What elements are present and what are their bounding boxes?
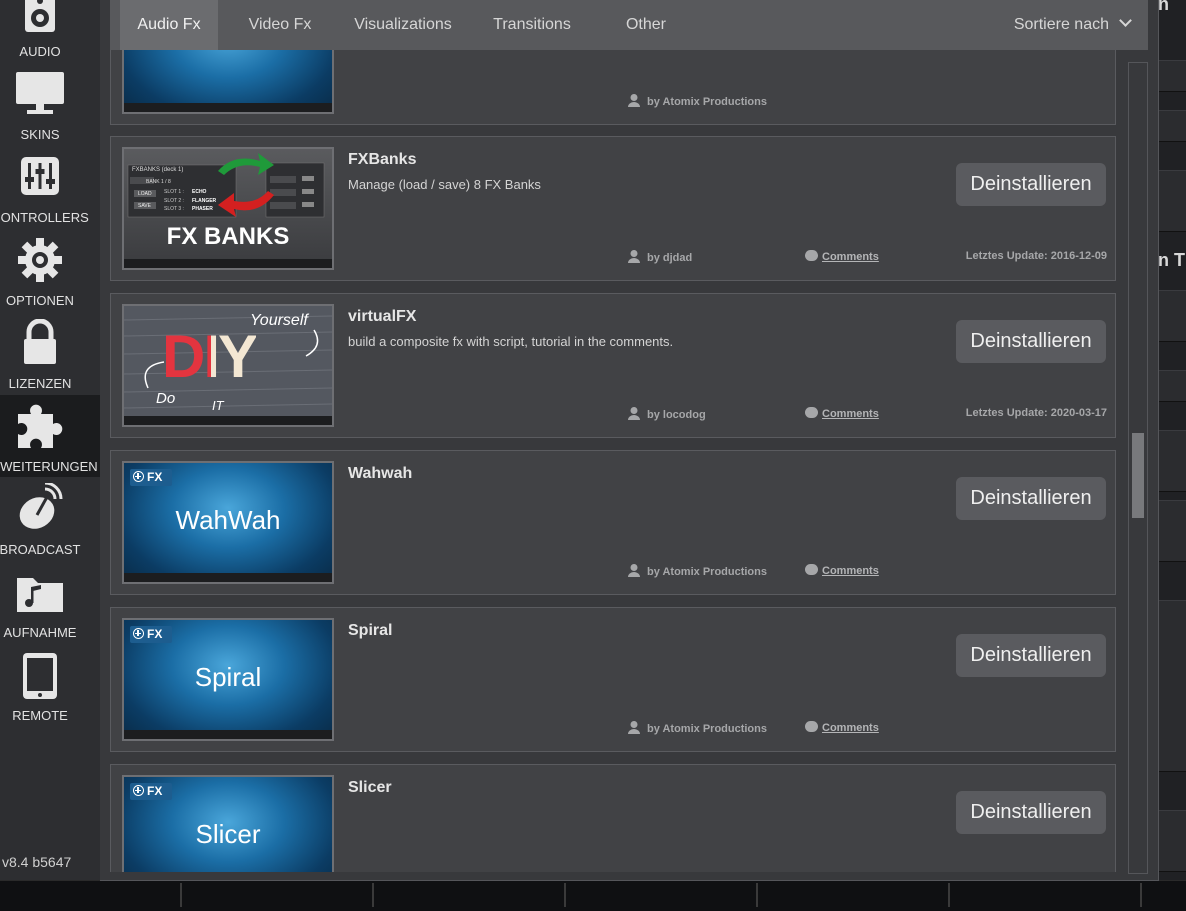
author-label: by Atomix Productions xyxy=(628,94,767,108)
last-update-label: Letztes Update: 2020-03-17 xyxy=(965,407,1107,419)
sliders-icon xyxy=(21,157,59,195)
plugin-card-fxbanks: FXBANKS (deck 1) BANK 1 / 8 LOAD SAVE SL… xyxy=(110,136,1116,281)
plugin-title: FXBanks xyxy=(348,151,417,168)
background-app-panel: n n T xyxy=(1158,0,1186,880)
tablet-icon xyxy=(23,653,57,699)
plugin-description: build a composite fx with script, tutori… xyxy=(348,334,674,349)
tab-visualizations[interactable]: Visualizations xyxy=(346,0,460,50)
user-icon xyxy=(628,407,640,420)
tab-other[interactable]: Other xyxy=(614,0,678,50)
plugin-thumbnail: FX WahWah xyxy=(122,461,334,584)
author-label: by locodog xyxy=(628,407,706,421)
plugin-thumbnail: FXBANKS (deck 1) BANK 1 / 8 LOAD SAVE SL… xyxy=(122,147,334,270)
sidebar-item-erweiterungen[interactable]: ERWEITERUNGEN xyxy=(0,395,100,477)
sidebar-item-label: SKINS xyxy=(20,127,60,142)
thumbnail-title: Spiral xyxy=(194,662,262,692)
chevron-down-icon xyxy=(1119,14,1132,27)
sidebar-item-label: REMOTE xyxy=(12,708,68,723)
plugin-description: Manage (load / save) 8 FX Banks xyxy=(348,177,541,192)
last-update-label: Letztes Update: 2016-12-09 xyxy=(965,250,1107,262)
uninstall-button[interactable]: Deinstallieren xyxy=(956,477,1106,520)
fx-badge: FX xyxy=(130,626,172,643)
gear-icon xyxy=(18,238,62,282)
sidebar-item-label: LIZENZEN xyxy=(8,376,72,391)
plugin-title: Spiral xyxy=(348,622,393,639)
background-text: n T xyxy=(1158,250,1185,270)
tab-video-fx[interactable]: Video Fx xyxy=(234,0,326,50)
plugin-card-virtualfx: DIY Yourself Do IT virtualFX build a com… xyxy=(110,293,1116,438)
lock-icon xyxy=(24,319,56,364)
comments-link[interactable]: Comments xyxy=(805,407,879,420)
sidebar-item-label: AUFNAHME xyxy=(3,625,77,640)
tab-audio-fx[interactable]: Audio Fx xyxy=(120,0,218,50)
comment-bubble-icon xyxy=(805,564,818,575)
plugin-thumbnail: FX Spiral xyxy=(122,618,334,741)
version-label: v8.4 b5647 xyxy=(2,854,72,870)
comment-bubble-icon xyxy=(805,721,818,732)
comments-link[interactable]: Comments xyxy=(805,250,879,263)
user-icon xyxy=(628,721,640,734)
plugin-title: virtualFX xyxy=(348,308,417,325)
plus-circle-icon xyxy=(133,785,144,796)
author-label: by djdad xyxy=(628,250,692,264)
tab-transitions[interactable]: Transitions xyxy=(482,0,582,50)
uninstall-button[interactable]: Deinstallieren xyxy=(956,320,1106,363)
comment-bubble-icon xyxy=(805,250,818,261)
sort-dropdown[interactable]: Sortiere nach xyxy=(1013,0,1132,50)
plugin-title: Wahwah xyxy=(348,465,413,482)
background-bottom-strip xyxy=(0,880,1186,911)
plus-circle-icon xyxy=(133,628,144,639)
sidebar-item-optionen[interactable]: OPTIONEN xyxy=(0,236,100,319)
category-tabs: Audio Fx Video Fx Visualizations Transit… xyxy=(110,0,1148,50)
plugin-card-spiral: FX Spiral Spiral Deinstallieren by Atomi… xyxy=(110,607,1116,752)
plugin-card: by Atomix Productions xyxy=(110,50,1116,125)
scrollbar-thumb[interactable] xyxy=(1132,433,1144,518)
plugin-thumbnail: FX Slicer xyxy=(122,775,334,872)
puzzle-icon xyxy=(18,404,63,448)
sidebar-item-remote[interactable]: REMOTE xyxy=(0,651,100,734)
sidebar-item-label: ERWEITERUNGEN xyxy=(0,459,98,474)
fx-badge: FX xyxy=(130,469,172,486)
sidebar-item-aufnahme[interactable]: AUFNAHME xyxy=(0,568,100,651)
user-icon xyxy=(628,250,640,263)
sidebar-item-label: AUDIO xyxy=(19,44,61,59)
uninstall-button[interactable]: Deinstallieren xyxy=(956,791,1106,834)
background-text: n xyxy=(1158,0,1169,14)
speaker-icon xyxy=(25,0,55,32)
plugin-card-wahwah: FX WahWah Wahwah Deinstallieren by Atomi… xyxy=(110,450,1116,595)
author-label: by Atomix Productions xyxy=(628,721,767,735)
sidebar-item-label: CONTROLLERS xyxy=(0,210,89,225)
comment-bubble-icon xyxy=(805,407,818,418)
sidebar-item-controllers[interactable]: CONTROLLERS xyxy=(0,153,100,236)
plugin-list-scrollbar[interactable] xyxy=(1128,62,1148,874)
comments-link[interactable]: Comments xyxy=(805,721,879,734)
sort-label: Sortiere nach xyxy=(1013,16,1109,33)
satellite-dish-icon xyxy=(19,483,63,529)
sidebar-item-skins[interactable]: SKINS xyxy=(0,70,100,153)
user-icon xyxy=(628,94,640,107)
sidebar-item-label: BROADCAST xyxy=(0,542,81,557)
plugins-dialog: Audio Fx Video Fx Visualizations Transit… xyxy=(100,0,1159,881)
plus-circle-icon xyxy=(133,471,144,482)
author-label: by Atomix Productions xyxy=(628,564,767,578)
settings-sidebar: AUDIO SKINS CONTROLLERS OPTIONEN LIZENZE… xyxy=(0,0,101,880)
plugin-title: Slicer xyxy=(348,779,392,796)
sidebar-item-broadcast[interactable]: BROADCAST xyxy=(0,483,100,568)
music-folder-icon xyxy=(17,578,63,612)
fx-badge: FX xyxy=(130,783,172,800)
monitor-icon xyxy=(16,72,64,114)
uninstall-button[interactable]: Deinstallieren xyxy=(956,163,1106,206)
plugin-card-slicer: FX Slicer Slicer Deinstallieren xyxy=(110,764,1116,872)
thumbnail-title: WahWah xyxy=(175,505,281,535)
sidebar-item-lizenzen[interactable]: LIZENZEN xyxy=(0,319,100,402)
plugin-thumbnail: DIY Yourself Do IT xyxy=(122,304,334,427)
thumbnail-title: Slicer xyxy=(195,819,261,849)
sidebar-item-label: OPTIONEN xyxy=(6,293,74,308)
comments-link[interactable]: Comments xyxy=(805,564,879,577)
uninstall-button[interactable]: Deinstallieren xyxy=(956,634,1106,677)
plugin-thumbnail xyxy=(122,50,334,114)
user-icon xyxy=(628,564,640,577)
diy-text: DIY xyxy=(162,323,258,390)
plugin-list: by Atomix Productions FXBANKS (deck 1) B… xyxy=(110,50,1116,872)
